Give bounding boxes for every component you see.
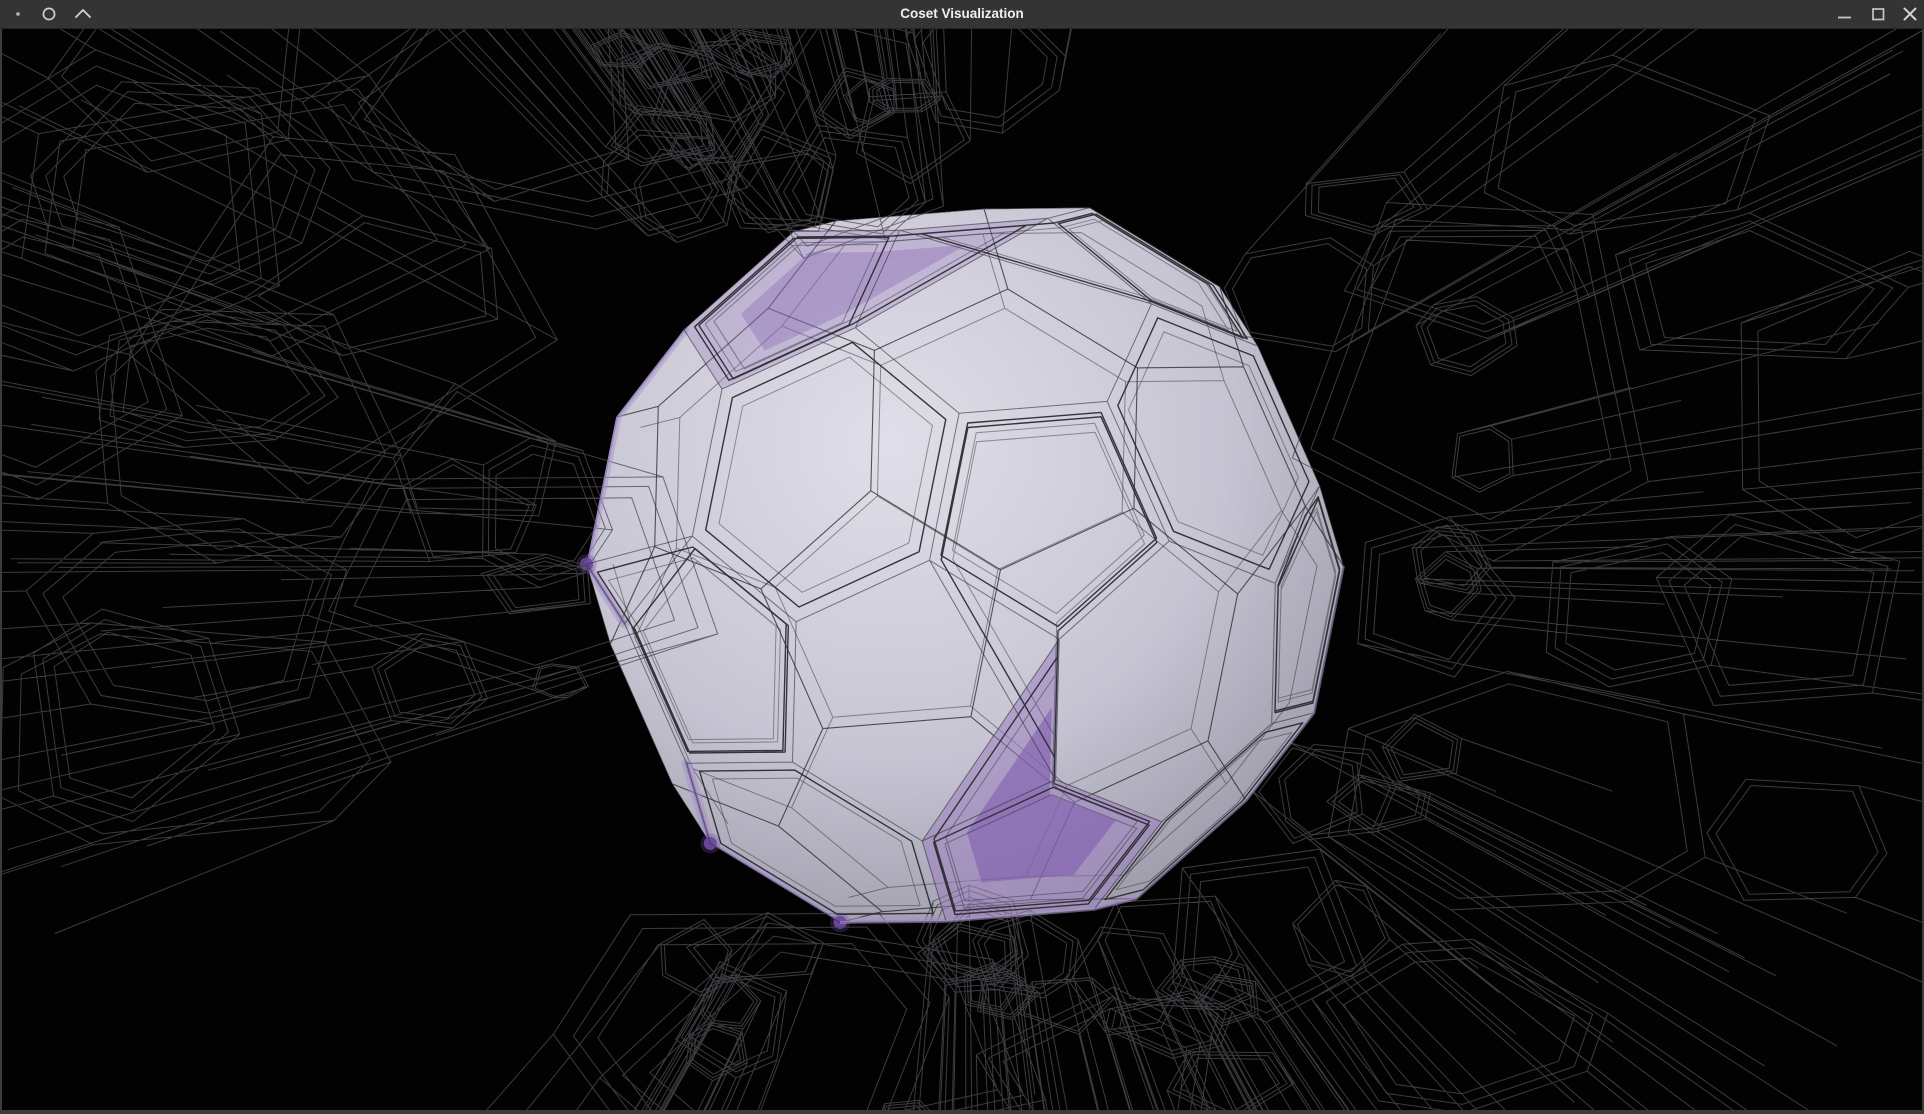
visualization-viewport bbox=[0, 29, 1924, 1114]
maximize-button[interactable] bbox=[1864, 0, 1892, 28]
dot-indicator-icon bbox=[8, 0, 32, 28]
coset-3d-canvas[interactable] bbox=[2, 29, 1922, 1110]
chevron-up-icon[interactable] bbox=[70, 0, 96, 28]
window-titlebar: Coset Visualization bbox=[0, 0, 1924, 29]
close-button[interactable] bbox=[1896, 0, 1924, 28]
minimize-button[interactable] bbox=[1830, 0, 1858, 28]
window-title: Coset Visualization bbox=[0, 0, 1924, 28]
circle-icon[interactable] bbox=[36, 0, 62, 28]
maximize-icon bbox=[1873, 9, 1884, 20]
close-icon bbox=[1905, 9, 1916, 20]
